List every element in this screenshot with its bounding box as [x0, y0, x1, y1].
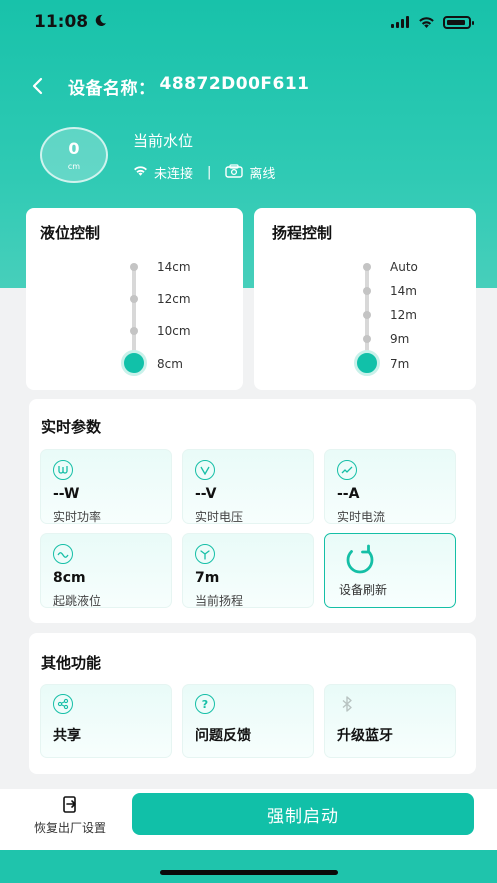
realtime-params-card: 实时参数 --W 实时功率 --V 实时电压 --A 实时电流 8cm 起跳液位… [29, 399, 476, 623]
share-label: 共享 [53, 728, 81, 744]
head-option-dot[interactable] [363, 287, 371, 295]
head-option-label[interactable]: 7m [390, 357, 409, 371]
level-slider-knob[interactable] [121, 350, 147, 376]
cellular-signal-icon [391, 13, 410, 32]
factory-reset-label: 恢复出厂设置 [33, 821, 106, 835]
refresh-device-button[interactable]: 设备刷新 [324, 533, 456, 608]
start-level-value: 8cm [53, 570, 86, 586]
head-control-title: 扬程控制 [272, 224, 333, 242]
level-option-label[interactable]: 8cm [157, 357, 183, 371]
head-option-label[interactable]: Auto [390, 260, 418, 274]
head-option-dot[interactable] [363, 263, 371, 271]
head-control-card: 扬程控制 Auto 14m 12m 9m 7m [254, 208, 476, 390]
other-functions-title: 其他功能 [41, 654, 102, 672]
divider: | [207, 165, 212, 180]
current-value: --A [337, 486, 360, 502]
head-option-dot[interactable] [363, 335, 371, 343]
head-slider[interactable]: Auto 14m 12m 9m 7m [354, 260, 470, 376]
feedback-label: 问题反馈 [195, 728, 251, 744]
current-tile: --A 实时电流 [324, 449, 456, 524]
battery-icon [443, 15, 474, 29]
level-option-dot[interactable] [130, 327, 138, 335]
water-level-unit: cm [67, 161, 81, 171]
upgrade-bluetooth-label: 升级蓝牙 [337, 728, 393, 744]
level-option-label[interactable]: 12cm [157, 292, 191, 306]
wave-level-icon [53, 544, 73, 564]
head-option-dot[interactable] [363, 311, 371, 319]
feedback-button[interactable]: ? 问题反馈 [182, 684, 314, 758]
voltage-label: 实时电压 [195, 510, 244, 524]
current-head-label: 当前扬程 [195, 594, 244, 608]
water-level-label: 当前水位 [133, 132, 194, 150]
device-offline-icon [225, 163, 244, 182]
water-level-gauge: 0 cm [40, 127, 108, 183]
connection-status: 未连接 | 离线 [133, 163, 275, 182]
back-button[interactable] [22, 71, 52, 101]
force-start-button[interactable]: 强制启动 [132, 793, 474, 835]
current-icon [337, 460, 357, 480]
status-bar: 11:08 [0, 0, 497, 44]
water-level-value: 0 [68, 138, 80, 158]
share-icon [53, 694, 73, 714]
voltage-tile: --V 实时电压 [182, 449, 314, 524]
refresh-device-label: 设备刷新 [339, 583, 388, 597]
moon-icon [94, 12, 107, 32]
head-option-label[interactable]: 14m [390, 284, 417, 298]
level-control-card: 液位控制 14cm 12cm 10cm 8cm [26, 208, 243, 390]
level-option-dot[interactable] [130, 295, 138, 303]
other-functions-card: 其他功能 共享 ? 问题反馈 升级蓝牙 [29, 633, 476, 774]
wifi-icon [133, 165, 148, 180]
voltage-value: --V [195, 486, 217, 502]
head-option-label[interactable]: 12m [390, 308, 417, 322]
level-option-label[interactable]: 14cm [157, 260, 191, 274]
page-title: 设备名称： 48872D00F611 [68, 73, 310, 99]
current-head-tile: 7m 当前扬程 [182, 533, 314, 608]
power-label: 实时功率 [53, 510, 102, 524]
refresh-icon [343, 543, 377, 579]
fan-icon [195, 544, 215, 564]
online-status-text: 离线 [249, 167, 276, 182]
power-icon [53, 460, 73, 480]
power-tile: --W 实时功率 [40, 449, 172, 524]
reset-icon [61, 796, 79, 814]
level-slider[interactable]: 14cm 12cm 10cm 8cm [121, 260, 237, 376]
current-label: 实时电流 [337, 510, 386, 524]
realtime-params-title: 实时参数 [41, 418, 102, 436]
start-level-tile: 8cm 起跳液位 [40, 533, 172, 608]
wifi-icon [418, 13, 435, 32]
voltage-icon [195, 460, 215, 480]
nav-bar: 设备名称： 48872D00F611 [22, 70, 310, 102]
current-head-value: 7m [195, 570, 220, 586]
clock: 11:08 [34, 12, 89, 32]
bluetooth-icon [337, 694, 357, 714]
home-strip [0, 850, 497, 883]
head-option-label[interactable]: 9m [390, 332, 409, 346]
head-slider-knob[interactable] [354, 350, 380, 376]
start-level-label: 起跳液位 [53, 594, 102, 608]
question-icon: ? [195, 694, 215, 714]
home-indicator [160, 870, 338, 875]
factory-reset-button[interactable]: 恢复出厂设置 [20, 796, 120, 836]
level-option-label[interactable]: 10cm [157, 324, 191, 338]
wifi-status-text: 未连接 [154, 167, 194, 182]
level-option-dot[interactable] [130, 263, 138, 271]
chevron-left-icon [32, 77, 43, 95]
level-control-title: 液位控制 [40, 224, 101, 242]
upgrade-bluetooth-button[interactable]: 升级蓝牙 [324, 684, 456, 758]
power-value: --W [53, 486, 80, 502]
share-button[interactable]: 共享 [40, 684, 172, 758]
